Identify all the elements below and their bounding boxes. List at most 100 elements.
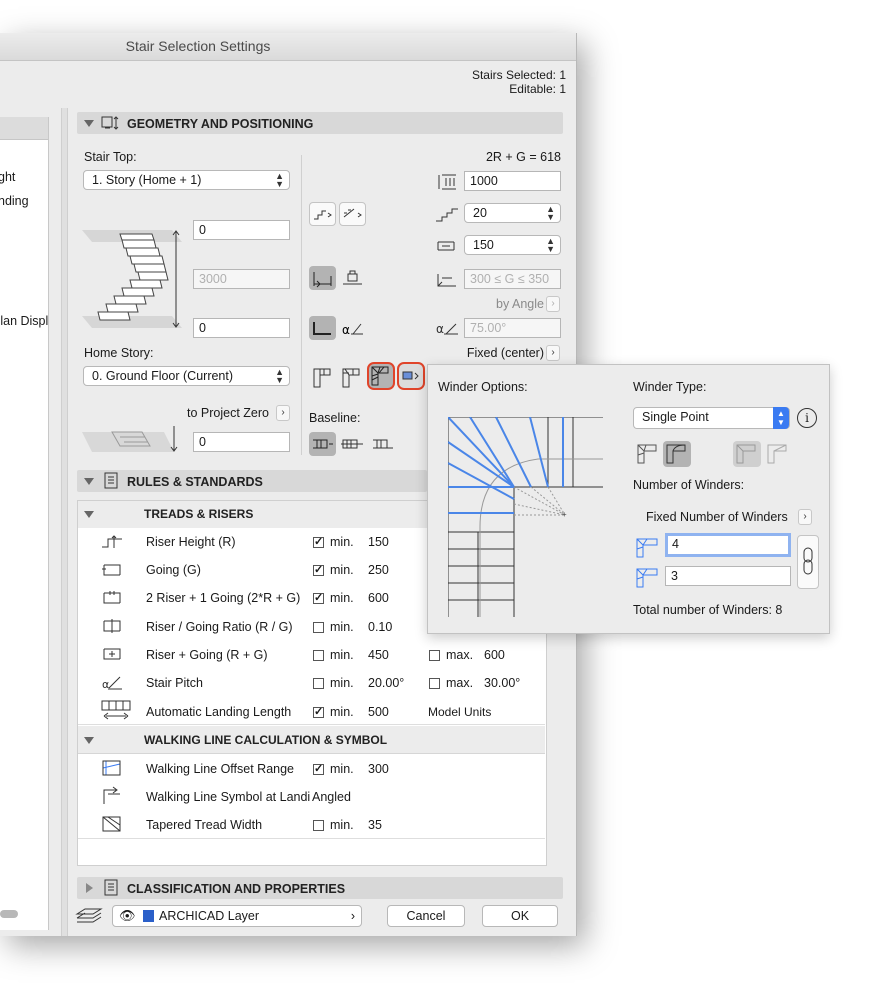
expand-triangle-icon[interactable] (86, 883, 93, 893)
going-range-field: 300 ≤ G ≤ 350 (464, 269, 561, 289)
min-value[interactable]: 300 (368, 762, 389, 776)
winder-style-a-icon[interactable] (636, 443, 660, 465)
winders-a-input[interactable]: 4 (665, 533, 791, 557)
min-value[interactable]: 250 (368, 563, 389, 577)
winder-style-b-button[interactable] (663, 441, 691, 467)
going-icon (437, 241, 455, 251)
rule-checkbox[interactable] (313, 650, 324, 661)
baseline-right-option[interactable] (369, 432, 396, 456)
settings-tree-panel[interactable] (0, 117, 49, 930)
rule-checkbox[interactable]: ✓ (313, 764, 324, 775)
svg-text:α: α (436, 322, 444, 336)
info-icon[interactable]: i (797, 408, 817, 428)
baseline-left-button[interactable] (309, 432, 336, 456)
winder-type-select[interactable]: Single Point ▲ ▼ (633, 407, 790, 429)
angle-option-2[interactable]: α (339, 316, 366, 340)
fixed-center-label[interactable]: Fixed (center) (467, 346, 544, 360)
by-angle-label[interactable]: by Angle (496, 297, 544, 311)
stair-height-input[interactable]: 3000 (193, 269, 290, 289)
collapse-triangle-icon[interactable] (84, 478, 94, 485)
eye-icon[interactable]: 👁 (119, 906, 136, 926)
chevron-right-icon: › (350, 909, 355, 923)
riser-plus-going-icon (103, 648, 121, 660)
min-label: min. (330, 563, 354, 577)
max-value[interactable]: 30.00° (484, 676, 520, 690)
max-checkbox[interactable] (429, 650, 440, 661)
project-zero-input[interactable]: 0 (193, 432, 290, 452)
tree-item[interactable]: ght (0, 170, 15, 184)
rule-checkbox[interactable] (313, 820, 324, 831)
max-label: max. (446, 676, 474, 690)
bottom-offset-input[interactable]: 0 (193, 318, 290, 338)
winder-options-popup-button[interactable] (397, 362, 425, 390)
max-checkbox[interactable] (429, 678, 440, 689)
min-value[interactable]: 600 (368, 591, 389, 605)
chevron-right-icon[interactable]: › (276, 405, 290, 421)
rule-checkbox[interactable]: ✓ (313, 537, 324, 548)
tree-scrollbar[interactable] (0, 910, 18, 918)
min-value[interactable]: 500 (368, 705, 389, 719)
winder-style-d-icon[interactable] (766, 443, 790, 465)
chevron-updown-icon: ▲ ▼ (275, 171, 284, 189)
riser-count-stepper[interactable]: 20 ▲ ▼ (464, 203, 561, 223)
straight-stair-option[interactable] (310, 365, 335, 389)
winder-type-label: Winder Type: (633, 380, 707, 394)
rule-checkbox[interactable] (313, 678, 324, 689)
height-lock-button[interactable] (309, 266, 336, 290)
angle-option-button[interactable] (309, 316, 336, 340)
baseline-center-icon (341, 439, 363, 449)
top-offset-input[interactable]: 0 (193, 220, 290, 240)
rules-section-title: RULES & STANDARDS (127, 475, 263, 489)
riser-count-icon (436, 208, 458, 222)
stair-type-button-2[interactable] (339, 202, 366, 226)
baseline-center-option[interactable] (339, 432, 366, 456)
tree-item[interactable]: nding (0, 194, 29, 208)
winders-b-input[interactable]: 3 (665, 566, 791, 586)
symbol-value[interactable]: Angled (312, 790, 351, 804)
window-title: Stair Selection Settings (125, 38, 271, 54)
min-value[interactable]: 150 (368, 535, 389, 549)
min-value[interactable]: 35 (368, 818, 382, 832)
rule-checkbox[interactable]: ✓ (313, 593, 324, 604)
collapse-triangle-icon[interactable] (84, 120, 94, 127)
collapse-triangle-icon[interactable] (84, 511, 94, 518)
height-lock-option[interactable] (339, 266, 366, 290)
cancel-button[interactable]: Cancel (387, 905, 465, 927)
going-range-icon (437, 274, 456, 287)
panel-splitter[interactable] (61, 108, 68, 936)
landing-option[interactable] (339, 365, 364, 389)
units-label: Model Units (428, 705, 492, 719)
min-label: min. (330, 676, 354, 690)
chevron-right-icon[interactable]: › (798, 509, 812, 525)
to-project-zero-label[interactable]: to Project Zero (187, 406, 269, 420)
collapse-triangle-icon[interactable] (84, 737, 94, 744)
link-chain-toggle[interactable] (797, 535, 819, 589)
stair-slope-icon (343, 208, 362, 218)
layer-select[interactable]: 👁 ARCHICAD Layer › (112, 905, 362, 927)
rule-checkbox[interactable]: ✓ (313, 565, 324, 576)
min-value[interactable]: 20.00° (368, 676, 404, 690)
going-stepper[interactable]: 150 ▲ ▼ (464, 235, 561, 255)
tree-item[interactable]: Plan Displ (0, 314, 48, 328)
ok-button[interactable]: OK (482, 905, 558, 927)
winder-style-c-button[interactable] (733, 441, 761, 467)
fixed-number-label[interactable]: Fixed Number of Winders (646, 510, 788, 524)
editable-label: Editable: 1 (509, 82, 566, 96)
angle-input[interactable]: 75.00° (464, 318, 561, 338)
alpha-angle-icon: α (342, 323, 363, 337)
rule-checkbox[interactable] (313, 622, 324, 633)
rule-checkbox[interactable]: ✓ (313, 707, 324, 718)
min-value[interactable]: 0.10 (368, 620, 392, 634)
stair-flight-icon (314, 210, 332, 220)
home-story-select[interactable]: 0. Ground Floor (Current) ▲ ▼ (83, 366, 290, 386)
total-height-input[interactable]: 1000 (464, 171, 561, 191)
chevron-right-icon[interactable]: › (546, 296, 560, 312)
winder-option-button[interactable] (367, 362, 395, 390)
min-value[interactable]: 450 (368, 648, 389, 662)
stair-top-select[interactable]: 1. Story (Home + 1) ▲ ▼ (83, 170, 290, 190)
max-value[interactable]: 600 (484, 648, 505, 662)
rules-document-icon (104, 472, 118, 489)
stair-type-button[interactable] (309, 202, 336, 226)
treads-risers-title: TREADS & RISERS (144, 507, 254, 521)
chevron-right-icon[interactable]: › (546, 345, 560, 361)
